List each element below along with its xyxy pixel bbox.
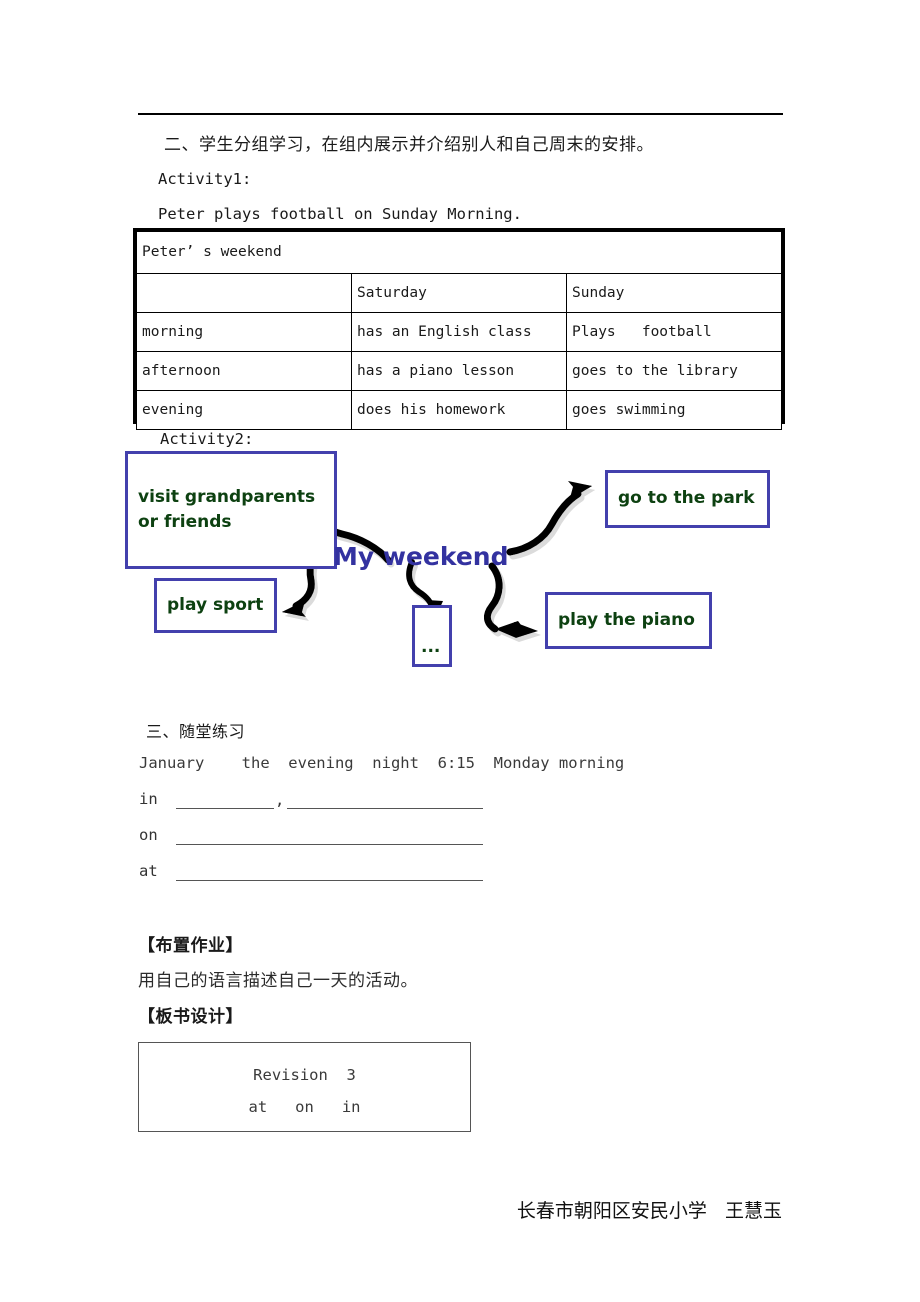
arrow-to-go-to-the-park bbox=[506, 481, 592, 556]
mindmap-node-visit-line1: visit grandparents bbox=[138, 486, 316, 507]
mindmap-node-play-the-piano[interactable]: play the piano bbox=[545, 592, 712, 649]
table-header-blank bbox=[136, 273, 352, 313]
activity1-example-sentence: Peter plays football on Sunday Morning. bbox=[158, 205, 522, 223]
cell-afternoon-saturday: has a piano lesson bbox=[351, 351, 567, 391]
row-label-morning: morning bbox=[136, 312, 352, 352]
activity1-label: Activity1: bbox=[158, 170, 252, 188]
board-design-heading: 【板书设计】 bbox=[138, 1007, 243, 1027]
arrow-to-play-the-piano bbox=[484, 562, 538, 638]
cell-evening-sunday: goes swimming bbox=[566, 390, 782, 430]
activity2-label: Activity2: bbox=[160, 430, 254, 448]
mindmap-node-visit-line2: or friends bbox=[138, 512, 232, 532]
section-two-heading: 二、学生分组学习，在组内展示并介绍别人和自己周末的安排。 bbox=[164, 135, 654, 155]
board-design-box: Revision 3 at on in bbox=[138, 1042, 471, 1132]
table-header-sunday: Sunday bbox=[566, 273, 782, 313]
mindmap-node-dots-label: ... bbox=[421, 636, 441, 657]
board-line-prepositions: at on in bbox=[248, 1098, 361, 1116]
word-bank: January the evening night 6:15 Monday mo… bbox=[139, 754, 625, 772]
footer-author: 长春市朝阳区安民小学 王慧玉 bbox=[516, 1200, 782, 1222]
homework-text: 用自己的语言描述自己一天的活动。 bbox=[138, 971, 418, 991]
exercise-blank-on[interactable] bbox=[176, 844, 483, 845]
exercise-comma: , bbox=[275, 791, 285, 809]
homework-heading: 【布置作业】 bbox=[138, 936, 243, 956]
mindmap-node-dots[interactable]: ... bbox=[412, 605, 452, 667]
cell-morning-sunday: Plays football bbox=[566, 312, 782, 352]
table-row: afternoon has a piano lesson goes to the… bbox=[136, 351, 782, 391]
mindmap-node-go-to-the-park[interactable]: go to the park bbox=[605, 470, 770, 528]
mindmap-center-label[interactable]: My weekend bbox=[333, 542, 509, 571]
peters-weekend-table: Peter’ s weekend Saturday Sunday morning… bbox=[136, 231, 782, 430]
header-rule bbox=[138, 113, 783, 115]
section-three-heading: 三、随堂练习 bbox=[146, 722, 246, 741]
table-header-row: Saturday Sunday bbox=[136, 273, 782, 313]
mindmap-node-park-label: go to the park bbox=[618, 488, 755, 509]
exercise-blank-in-2[interactable] bbox=[287, 808, 483, 809]
table-title-row: Peter’ s weekend bbox=[136, 231, 782, 274]
exercise-prefix-at: at bbox=[139, 862, 158, 880]
board-line-title: Revision 3 bbox=[253, 1066, 356, 1084]
cell-evening-saturday: does his homework bbox=[351, 390, 567, 430]
exercise-prefix-in: in bbox=[139, 790, 158, 808]
row-label-evening: evening bbox=[136, 390, 352, 430]
row-label-afternoon: afternoon bbox=[136, 351, 352, 391]
mindmap-node-sport-label: play sport bbox=[167, 594, 264, 615]
exercise-blank-in-1[interactable] bbox=[176, 808, 274, 809]
table-row: evening does his homework goes swimming bbox=[136, 390, 782, 430]
cell-morning-saturday: has an English class bbox=[351, 312, 567, 352]
mindmap-node-play-sport[interactable]: play sport bbox=[154, 578, 277, 633]
mindmap-node-piano-label: play the piano bbox=[558, 609, 695, 630]
exercise-prefix-on: on bbox=[139, 826, 158, 844]
cell-afternoon-sunday: goes to the library bbox=[566, 351, 782, 391]
mindmap-node-visit-grandparents[interactable]: visit grandparents or friends bbox=[125, 451, 337, 569]
lesson-plan-page: 二、学生分组学习，在组内展示并介绍别人和自己周末的安排。 Activity1: … bbox=[0, 0, 920, 1302]
table-row: morning has an English class Plays footb… bbox=[136, 312, 782, 352]
exercise-blank-at[interactable] bbox=[176, 880, 483, 881]
table-header-saturday: Saturday bbox=[351, 273, 567, 313]
table-title-cell: Peter’ s weekend bbox=[136, 231, 782, 274]
